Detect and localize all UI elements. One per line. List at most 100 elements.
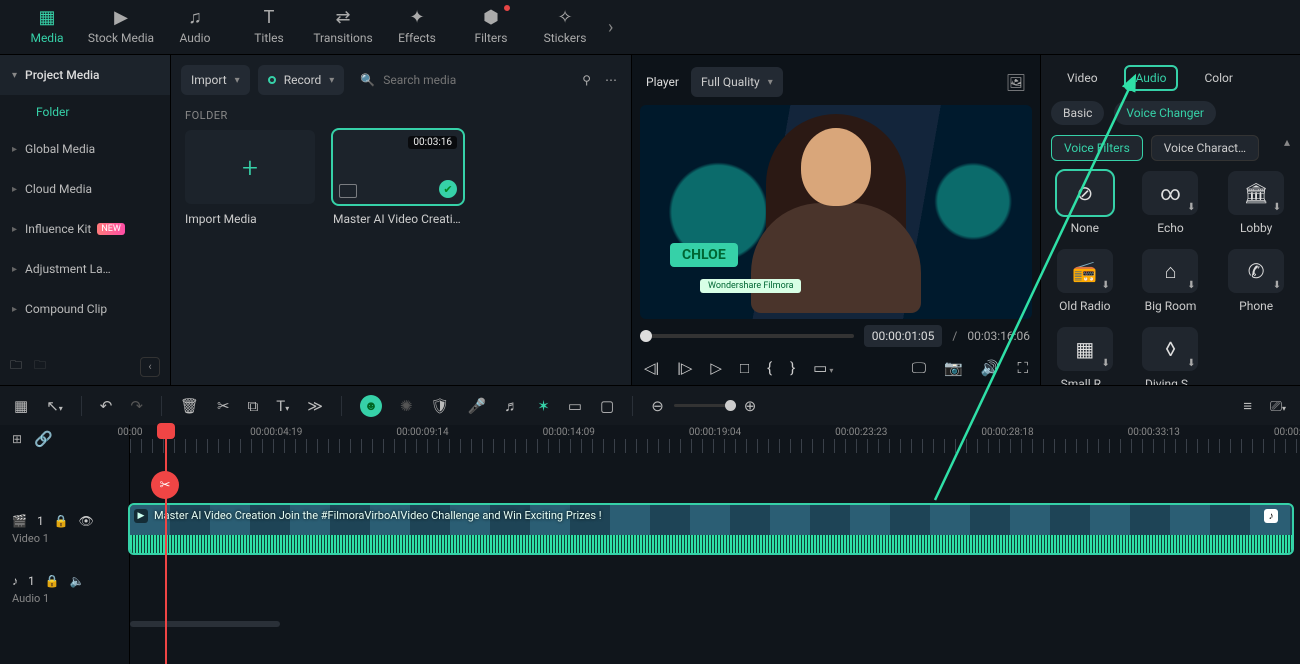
enhance-icon[interactable]: ✺ [400, 397, 413, 415]
prev-frame-button[interactable]: ◁| [644, 359, 659, 377]
shield-icon[interactable]: 🛡 [431, 397, 450, 415]
top-nav: ▦Media ▶Stock Media ♫Audio TTitles ⇄Tran… [0, 0, 1300, 55]
audio-track[interactable] [130, 559, 1300, 619]
audio-track-icon: ♪ [12, 574, 18, 588]
visibility-icon[interactable]: 👁 [79, 514, 94, 528]
new-bin-icon[interactable]: 🗀 [34, 356, 46, 377]
video-preview[interactable]: CHLOE Wondershare Filmora [640, 105, 1032, 319]
add-track-icon[interactable]: ⊞ [12, 432, 22, 446]
download-icon: ⬇ [1273, 202, 1281, 213]
seek-bar[interactable] [642, 334, 854, 338]
frame-icon[interactable]: ▢ [600, 397, 614, 415]
link-icon[interactable]: 🔗 [34, 430, 53, 448]
nav-effects[interactable]: ✦Effects [380, 0, 454, 55]
pill-voice-filters[interactable]: Voice Filters [1051, 135, 1143, 161]
horizontal-scrollbar[interactable] [130, 621, 280, 627]
subtab-basic[interactable]: Basic [1051, 101, 1104, 125]
nav-more-chevron-icon[interactable]: › [602, 17, 619, 38]
keyframe-icon[interactable]: ▭ [568, 397, 582, 415]
lock-icon[interactable]: 🔒 [54, 514, 69, 528]
tree-global-media[interactable]: ▸Global Media [0, 129, 170, 169]
layout-icon[interactable]: ▦ [14, 397, 28, 415]
voice-diving-suit[interactable]: ◊⬇Diving S… [1137, 327, 1205, 391]
stop-button[interactable]: □ [740, 359, 749, 377]
more-icon[interactable]: ⋯ [605, 73, 617, 87]
play-button[interactable]: ▷ [710, 359, 722, 377]
ai-button[interactable]: ☻ [360, 395, 382, 417]
video-clip[interactable]: ▶ Master AI Video Creation Join the #Fil… [130, 505, 1292, 553]
video-track[interactable]: ▶ Master AI Video Creation Join the #Fil… [130, 499, 1300, 559]
volume-icon[interactable]: 🔊 [981, 359, 1000, 377]
zoom-in-button[interactable]: ⊕ [744, 397, 757, 415]
nav-titles[interactable]: TTitles [232, 0, 306, 55]
voice-phone[interactable]: ✆⬇Phone [1222, 249, 1290, 313]
zoom-out-button[interactable]: ⊖ [651, 397, 664, 415]
delete-button[interactable]: 🗑 [180, 397, 199, 415]
zoom-slider[interactable] [674, 404, 734, 407]
tree-compound-clip[interactable]: ▸Compound Clip [0, 289, 170, 329]
playhead[interactable]: ✂ [165, 425, 167, 664]
nav-filters[interactable]: ⬢Filters [454, 0, 528, 55]
undo-button[interactable]: ↶ [100, 397, 113, 415]
snapshot-icon[interactable]: 🖼 [1006, 73, 1026, 92]
tree-root-project-media[interactable]: ▾Project Media [0, 55, 170, 95]
track-options-icon[interactable]: ≡ [1243, 397, 1252, 415]
mute-icon[interactable]: 🔈 [70, 574, 85, 588]
music-icon[interactable]: ♬ [504, 397, 519, 415]
nav-audio[interactable]: ♫Audio [158, 0, 232, 55]
voice-none[interactable]: ⊘None [1051, 171, 1119, 235]
download-icon: ⬇ [1101, 280, 1109, 291]
tree-cloud-media[interactable]: ▸Cloud Media [0, 169, 170, 209]
audio-track-head[interactable]: ♪1🔒🔈 Audio 1 [0, 559, 129, 619]
tree-adjustment-layer[interactable]: ▸Adjustment La… [0, 249, 170, 289]
tab-video[interactable]: Video [1057, 67, 1108, 89]
nav-stock-media[interactable]: ▶Stock Media [84, 0, 158, 55]
voice-lobby[interactable]: 🏛⬇Lobby [1222, 171, 1290, 235]
subtab-voice-changer[interactable]: Voice Changer [1114, 101, 1216, 125]
scissors-icon[interactable]: ✂ [151, 471, 179, 499]
tab-audio[interactable]: Audio [1126, 67, 1177, 89]
camera-icon[interactable]: 📷 [944, 359, 963, 377]
more-tools-icon[interactable]: ≫ [307, 397, 323, 415]
marker-icon[interactable]: ✶ [537, 397, 550, 415]
search-input[interactable] [383, 73, 566, 87]
timeline-ruler[interactable]: 00:0000:00:04:1900:00:09:1400:00:14:0900… [130, 425, 1300, 453]
tile-clip-1[interactable]: 00:03:16 ✔ Master AI Video Creati… [333, 130, 463, 226]
tab-color[interactable]: Color [1194, 67, 1242, 89]
text-button[interactable]: T▾ [276, 397, 289, 415]
fullscreen-icon[interactable]: ⛶ [1017, 359, 1028, 377]
video-track-head[interactable]: 🎬1🔒👁 Video 1 [0, 499, 129, 559]
player-panel: Player Full Quality▾ 🖼 CHLOE Wondershare… [632, 55, 1040, 385]
filter-icon[interactable]: ⚲ [582, 73, 591, 87]
mixer-icon[interactable]: ⎚▾ [1270, 397, 1286, 415]
quality-dropdown[interactable]: Full Quality▾ [691, 67, 783, 97]
tree-influence-kit[interactable]: ▸Influence KitNEW [0, 209, 170, 249]
mic-icon[interactable]: 🎤 [468, 397, 487, 415]
crop-button[interactable]: ⧉ [248, 397, 259, 415]
new-folder-icon[interactable]: 🗀 [10, 356, 22, 377]
record-dropdown[interactable]: Record▾ [258, 65, 345, 95]
nav-stickers[interactable]: ✧Stickers [528, 0, 602, 55]
notification-dot-icon [504, 5, 510, 11]
display-icon[interactable]: 🖵 [912, 359, 926, 377]
collapse-tree-button[interactable]: ‹ [140, 357, 160, 377]
next-frame-button[interactable]: |▷ [677, 359, 692, 377]
tile-import-media[interactable]: + Import Media [185, 130, 315, 226]
voice-old-radio[interactable]: 📻⬇Old Radio [1051, 249, 1119, 313]
collapse-icon[interactable]: ▴ [1284, 135, 1290, 161]
voice-echo[interactable]: ∞⬇Echo [1137, 171, 1205, 235]
redo-button[interactable]: ↷ [130, 397, 143, 415]
split-button[interactable]: ✂ [217, 397, 230, 415]
voice-big-room[interactable]: ⌂⬇Big Room [1137, 249, 1205, 313]
mark-in-button[interactable]: { [767, 359, 772, 377]
lock-icon[interactable]: 🔒 [45, 574, 60, 588]
import-dropdown[interactable]: Import▾ [181, 65, 250, 95]
tree-folder[interactable]: Folder [0, 95, 170, 129]
mark-out-button[interactable]: } [790, 359, 795, 377]
nav-media[interactable]: ▦Media [10, 0, 84, 55]
pointer-icon[interactable]: ↖▾ [46, 397, 63, 415]
voice-small-room[interactable]: ▦⬇Small R… [1051, 327, 1119, 391]
aspect-dropdown[interactable]: ▭▾ [813, 359, 833, 377]
nav-transitions[interactable]: ⇄Transitions [306, 0, 380, 55]
pill-voice-characters[interactable]: Voice Charact… [1151, 135, 1259, 161]
